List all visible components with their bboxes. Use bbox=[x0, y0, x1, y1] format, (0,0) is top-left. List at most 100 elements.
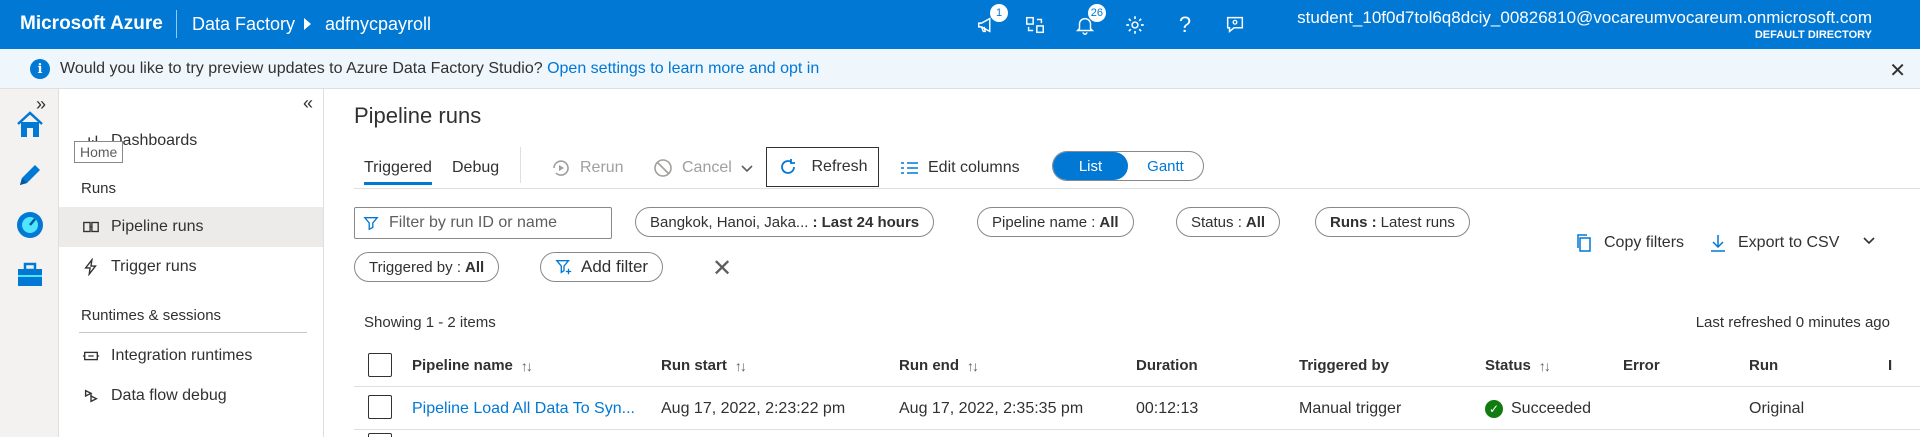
column-label: Run start bbox=[661, 357, 727, 374]
export-csv-button[interactable]: Export to CSV bbox=[1708, 233, 1839, 253]
pencil-icon[interactable] bbox=[14, 159, 46, 191]
collapse-panel-icon[interactable]: « bbox=[303, 93, 313, 114]
section-divider bbox=[79, 332, 307, 333]
row-checkbox[interactable] bbox=[368, 395, 392, 419]
edit-columns-button[interactable]: Edit columns bbox=[898, 153, 1020, 183]
column-header-duration[interactable]: Duration bbox=[1136, 357, 1198, 374]
feedback-button[interactable] bbox=[1220, 10, 1250, 40]
help-button[interactable]: ? bbox=[1170, 10, 1200, 40]
column-header-triggered-by[interactable]: Triggered by bbox=[1299, 357, 1389, 374]
switch-directory-button[interactable] bbox=[1020, 10, 1050, 40]
column-label: I bbox=[1888, 357, 1893, 374]
pipeline-name-filter[interactable]: Pipeline name : All bbox=[977, 207, 1134, 237]
banner-settings-link[interactable]: Open settings to learn more and opt in bbox=[547, 60, 819, 77]
download-icon bbox=[1711, 235, 1725, 252]
sidebar-item-trigger-runs[interactable]: Trigger runs bbox=[59, 247, 323, 287]
cancel-label: Cancel bbox=[682, 159, 732, 176]
notifications-button[interactable]: 26 bbox=[1070, 4, 1106, 40]
column-header-truncated[interactable]: I bbox=[1888, 357, 1892, 374]
lightning-icon bbox=[81, 257, 101, 277]
column-header-run-end[interactable]: Run end ↑↓ bbox=[899, 357, 979, 374]
banner-close-icon[interactable]: ✕ bbox=[1889, 58, 1906, 83]
edit-columns-icon bbox=[901, 162, 918, 174]
chevron-down-icon bbox=[741, 165, 753, 173]
updates-badge: 1 bbox=[990, 4, 1008, 22]
notifications-badge: 26 bbox=[1087, 4, 1106, 22]
column-label: Error bbox=[1623, 357, 1660, 374]
column-header-status[interactable]: Status ↑↓ bbox=[1485, 357, 1551, 374]
last-refreshed: Last refreshed 0 minutes ago bbox=[1695, 314, 1890, 331]
user-directory: DEFAULT DIRECTORY bbox=[1754, 29, 1872, 41]
column-label: Duration bbox=[1136, 357, 1198, 374]
account-button[interactable]: student_10f0d7tol6q8dciy_00826810@vocare… bbox=[1297, 8, 1872, 41]
copy-filters-label: Copy filters bbox=[1604, 234, 1685, 251]
column-label: Status bbox=[1485, 357, 1531, 374]
sidebar-item-integration-runtimes[interactable]: Integration runtimes bbox=[59, 336, 323, 376]
triggered-by-filter[interactable]: Triggered by : All bbox=[354, 252, 500, 282]
pipeline-name-link[interactable]: Pipeline Load All Data To Syn... bbox=[412, 400, 635, 418]
row-checkbox[interactable] bbox=[368, 433, 392, 437]
duration-cell: 00:12:13 bbox=[1136, 400, 1199, 417]
brand-separator bbox=[176, 10, 177, 38]
status-filter[interactable]: Status : All bbox=[1176, 207, 1281, 237]
triggered-filter-value: All bbox=[465, 258, 485, 276]
copy-filters-button[interactable]: Copy filters bbox=[1574, 233, 1684, 253]
banner-message: Would you like to try preview updates to… bbox=[60, 60, 819, 78]
status-filter-label: Status : bbox=[1191, 213, 1242, 231]
column-header-pipeline-name[interactable]: Pipeline name ↑↓ bbox=[412, 357, 533, 374]
toolbar-divider bbox=[520, 147, 521, 183]
export-options-chevron[interactable] bbox=[1862, 233, 1886, 247]
azure-brand[interactable]: Microsoft Azure bbox=[20, 13, 163, 35]
tab-triggered[interactable]: Triggered bbox=[364, 159, 432, 185]
settings-button[interactable] bbox=[1120, 10, 1150, 40]
toolbox-icon[interactable] bbox=[14, 259, 46, 291]
main-content: Pipeline runs Triggered Debug Rerun Canc… bbox=[324, 89, 1920, 437]
breadcrumb-service[interactable]: Data Factory bbox=[192, 14, 295, 35]
list-view-option[interactable]: List bbox=[1053, 152, 1128, 180]
rerun-button[interactable]: Rerun bbox=[550, 153, 624, 183]
cancel-icon bbox=[654, 159, 672, 177]
user-name: student_10f0d7tol6q8dciy_00826810@vocare… bbox=[1297, 8, 1872, 27]
copy-icon bbox=[1577, 234, 1591, 252]
column-header-run-start[interactable]: Run start ↑↓ bbox=[661, 357, 747, 374]
add-filter-button[interactable]: Add filter bbox=[540, 252, 664, 282]
run-filter-input[interactable]: Filter by run ID or name bbox=[354, 207, 612, 239]
time-range-filter[interactable]: Bangkok, Hanoi, Jaka... : Last 24 hours bbox=[635, 207, 935, 237]
sidebar-item-data-flow-debug[interactable]: Data flow debug bbox=[59, 376, 323, 416]
breadcrumb-chevron-icon bbox=[304, 18, 311, 30]
tab-debug[interactable]: Debug bbox=[452, 159, 499, 177]
sort-icon: ↑↓ bbox=[1538, 357, 1551, 374]
runs-section-header: Runs bbox=[81, 180, 117, 197]
chevron-down-icon bbox=[1863, 237, 1875, 245]
sort-icon: ↑↓ bbox=[520, 357, 533, 374]
updates-button[interactable]: 1 bbox=[972, 4, 1008, 40]
runs-filter[interactable]: Runs : Latest runs bbox=[1315, 207, 1470, 237]
select-all-checkbox[interactable] bbox=[368, 353, 392, 377]
home-icon[interactable] bbox=[14, 109, 46, 141]
column-header-run[interactable]: Run bbox=[1749, 357, 1778, 374]
pipeline-filter-label: Pipeline name : bbox=[992, 213, 1096, 231]
sidebar-item-pipeline-runs[interactable]: Pipeline runs bbox=[59, 207, 323, 247]
refresh-label: Refresh bbox=[811, 158, 868, 175]
sort-icon: ↑↓ bbox=[734, 357, 747, 374]
triggered-by-cell: Manual trigger bbox=[1299, 400, 1402, 417]
items-count: Showing 1 - 2 items bbox=[364, 314, 496, 331]
cancel-button[interactable]: Cancel bbox=[652, 153, 762, 183]
rerun-label: Rerun bbox=[580, 159, 624, 176]
top-bar: Microsoft Azure Data Factory adfnycpayro… bbox=[0, 0, 1920, 49]
column-label: Run end bbox=[899, 357, 959, 374]
add-filter-icon bbox=[555, 260, 572, 275]
column-label: Run bbox=[1749, 357, 1779, 374]
column-header-error[interactable]: Error bbox=[1623, 357, 1660, 374]
banner-text: Would you like to try preview updates to… bbox=[60, 60, 543, 77]
page-title: Pipeline runs bbox=[354, 103, 482, 128]
add-filter-label: Add filter bbox=[581, 257, 649, 276]
time-range-value: : Last 24 hours bbox=[812, 213, 920, 231]
sort-icon: ↑↓ bbox=[967, 357, 979, 374]
refresh-button[interactable]: Refresh bbox=[766, 147, 879, 187]
gantt-view-option[interactable]: Gantt bbox=[1128, 152, 1203, 180]
monitor-gauge-icon[interactable] bbox=[14, 209, 46, 241]
breadcrumb-factory[interactable]: adfnycpayroll bbox=[325, 14, 431, 35]
runs-filter-label: Runs : bbox=[1330, 213, 1377, 231]
clear-filters-icon[interactable]: ✕ bbox=[712, 254, 732, 283]
